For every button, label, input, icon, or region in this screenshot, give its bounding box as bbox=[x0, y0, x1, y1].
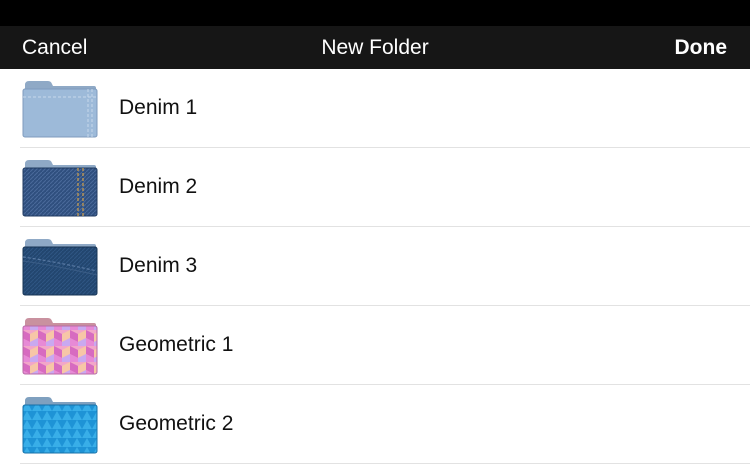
folder-name: Geometric 1 bbox=[119, 333, 234, 356]
folder-name: Denim 2 bbox=[119, 175, 198, 198]
geometric-pink-folder-icon bbox=[22, 314, 98, 376]
navigation-bar: Cancel New Folder Done bbox=[0, 26, 750, 69]
folder-row-denim-1[interactable]: Denim 1 bbox=[0, 69, 750, 148]
folder-row-geometric-1[interactable]: Geometric 1 bbox=[0, 306, 750, 385]
cancel-button[interactable]: Cancel bbox=[22, 26, 87, 69]
folder-name: Denim 3 bbox=[119, 254, 198, 277]
folder-name: Denim 1 bbox=[119, 96, 198, 119]
folder-list: Denim 1 Denim 2 Denim 3 Geometric 1 Geom… bbox=[0, 69, 750, 464]
page-title: New Folder bbox=[321, 36, 429, 59]
denim-medium-folder-icon bbox=[22, 156, 98, 218]
folder-row-denim-2[interactable]: Denim 2 bbox=[0, 148, 750, 227]
denim-dark-folder-icon bbox=[22, 235, 98, 297]
geometric-blue-folder-icon bbox=[22, 393, 98, 455]
status-bar bbox=[0, 0, 750, 26]
done-button[interactable]: Done bbox=[675, 26, 728, 69]
folder-row-geometric-2[interactable]: Geometric 2 bbox=[0, 385, 750, 464]
folder-name: Geometric 2 bbox=[119, 412, 234, 435]
folder-row-denim-3[interactable]: Denim 3 bbox=[0, 227, 750, 306]
denim-light-folder-icon bbox=[22, 77, 98, 139]
